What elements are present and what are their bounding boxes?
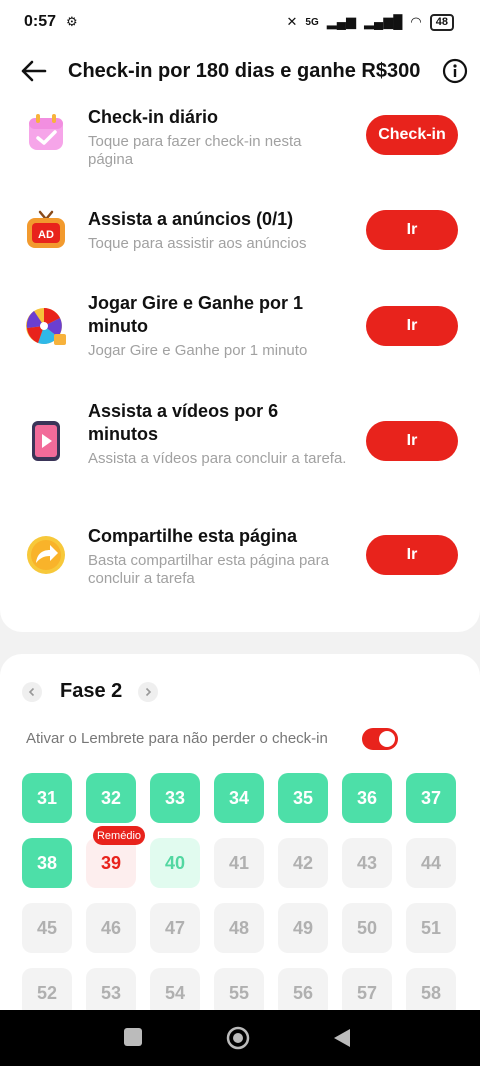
prev-phase-button[interactable] (22, 681, 42, 702)
day-cell-future[interactable]: 48 (214, 903, 264, 953)
watch-ads-button[interactable]: Ir (366, 210, 458, 250)
day-cell-future[interactable]: 50 (342, 903, 392, 953)
day-cell-future[interactable]: 45 (22, 903, 72, 953)
task-list: Check-in diário Toque para fazer check-i… (0, 100, 480, 632)
task-subtitle: Toque para fazer check-in nesta página (88, 133, 302, 168)
day-cell-future[interactable]: 42 (278, 838, 328, 888)
day-cell-done[interactable]: 33 (150, 773, 200, 823)
status-time: 0:57 (24, 13, 57, 30)
task-title: Assista a anúncios (0/1) (88, 209, 294, 229)
next-phase-button[interactable] (138, 681, 159, 702)
day-cell-future[interactable]: 46 (86, 903, 136, 953)
share-button[interactable]: Ir (366, 535, 458, 575)
day-cell-done[interactable]: 37 (406, 773, 456, 823)
page-title: Check-in por 180 dias e ganhe R$300 (68, 60, 421, 82)
task-subtitle: Assista a vídeos para concluir a tarefa. (88, 450, 347, 467)
task-title: Check-in diário (88, 107, 219, 127)
network-label: 5G (305, 16, 319, 28)
day-cell-future[interactable]: 49 (278, 903, 328, 953)
watch-videos-button[interactable]: Ir (366, 421, 458, 461)
day-cell-done[interactable]: 32 (86, 773, 136, 823)
makeup-badge: Remédio (93, 826, 145, 845)
task-subtitle: Toque para assistir aos anúncios (88, 235, 307, 252)
system-nav-bar (0, 1010, 480, 1066)
mute-icon: ✕ (286, 14, 298, 29)
day-cell-done[interactable]: 35 (278, 773, 328, 823)
day-cell-done[interactable]: 38 (22, 838, 72, 888)
day-cell-next[interactable]: 40 (150, 838, 200, 888)
svg-text:AD: AD (38, 229, 54, 241)
gear-icon: ⚙ (66, 14, 78, 29)
spin-wheel-button[interactable]: Ir (366, 306, 458, 346)
task-title: Assista a vídeos por 6 minutos (88, 401, 279, 444)
status-icons: ✕ 5G ▂▄▆ ▂▄▆█ ◠ 48 (286, 13, 454, 31)
task-title: Jogar Gire e Ganhe por 1 minuto (88, 293, 304, 336)
checkin-button[interactable]: Check-in (366, 115, 458, 155)
day-cell-future[interactable]: 44 (406, 838, 456, 888)
status-bar: 0:57 ⚙ ✕ 5G ▂▄▆ ▂▄▆█ ◠ 48 (0, 0, 480, 44)
phase-title: Fase 2 (60, 680, 123, 702)
day-cell-future[interactable]: 47 (150, 903, 200, 953)
day-cell-future[interactable]: 41 (214, 838, 264, 888)
phase-nav: Fase 2 (22, 680, 159, 703)
recents-button[interactable] (124, 1028, 142, 1046)
back-button[interactable] (332, 1027, 352, 1049)
task-title: Compartilhe esta página (88, 526, 298, 546)
page-header: Check-in por 180 dias e ganhe R$300 (0, 44, 480, 100)
day-cell-done[interactable]: 31 (22, 773, 72, 823)
calendar-check-icon (29, 114, 63, 150)
signal-icon: ▂▄▆ (326, 14, 356, 29)
info-icon[interactable] (442, 58, 468, 84)
share-arrow-icon (27, 536, 65, 574)
battery-icon: 48 (429, 13, 454, 31)
day-cell-done[interactable]: 34 (214, 773, 264, 823)
reminder-toggle[interactable] (362, 728, 398, 750)
chevron-left-icon (28, 687, 35, 696)
wifi-icon: ◠ (410, 14, 422, 29)
day-cell-done[interactable]: 36 (342, 773, 392, 823)
back-arrow-icon[interactable] (18, 56, 48, 86)
reminder-label: Ativar o Lembrete para não perder o chec… (26, 730, 328, 747)
chevron-right-icon (146, 687, 152, 696)
day-cell-future[interactable]: 43 (342, 838, 392, 888)
ad-tv-icon: AD (27, 210, 65, 248)
video-phone-icon (32, 421, 60, 461)
toggle-knob (379, 731, 395, 747)
day-cell-current[interactable]: 39 (86, 838, 136, 888)
signal-icon-2: ▂▄▆█ (363, 14, 403, 29)
day-cell-future[interactable]: 51 (406, 903, 456, 953)
task-subtitle: Jogar Gire e Ganhe por 1 minuto (88, 342, 308, 359)
prize-wheel-icon (26, 308, 66, 345)
home-button[interactable] (226, 1026, 250, 1050)
task-subtitle: Basta compartilhar esta página para conc… (88, 552, 329, 587)
